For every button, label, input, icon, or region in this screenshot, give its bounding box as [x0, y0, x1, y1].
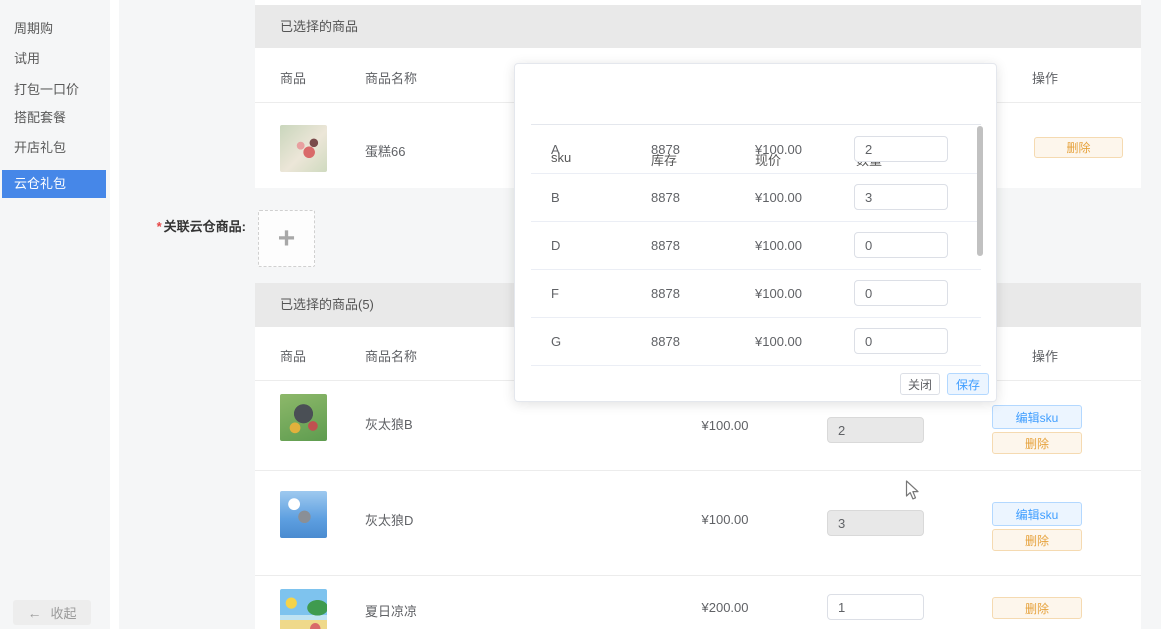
edit-sku-button[interactable]: 编辑sku: [992, 502, 1082, 526]
stock-value: 8878: [651, 286, 680, 301]
sku-row: F 8878 ¥100.00: [531, 269, 981, 318]
price-value: ¥100.00: [755, 238, 802, 253]
sku-quantity-input[interactable]: [854, 280, 948, 306]
sku-value: D: [551, 238, 560, 253]
sidebar-item-combo-meal[interactable]: 搭配套餐: [2, 104, 106, 132]
stock-value: 8878: [651, 238, 680, 253]
sku-row: G 8878 ¥100.00: [531, 317, 981, 366]
modal-scrollbar-thumb[interactable]: [977, 126, 983, 256]
column-header-action: 操作: [1032, 68, 1058, 87]
sidebar-divider: [110, 0, 119, 629]
screen: 周期购 试用 打包一口价 搭配套餐 开店礼包 云仓礼包 ← 收起 已选择的商品 …: [0, 0, 1161, 629]
sidebar: 周期购 试用 打包一口价 搭配套餐 开店礼包 云仓礼包 ← 收起: [0, 0, 110, 629]
delete-button[interactable]: 删除: [992, 432, 1082, 454]
left-arrow-icon: ←: [27, 605, 41, 621]
sidebar-item-trial[interactable]: 试用: [2, 45, 106, 73]
sidebar-item-periodic-buy[interactable]: 周期购: [2, 15, 106, 43]
column-header-action: 操作: [1032, 346, 1058, 365]
column-header-product-name: 商品名称: [365, 346, 417, 365]
sku-row: D 8878 ¥100.00: [531, 221, 981, 270]
form-label-text: 关联云仓商品:: [164, 219, 246, 234]
sku-row: A 8878 ¥100.00: [531, 125, 981, 174]
quantity-input: [827, 510, 924, 536]
table-divider: [255, 470, 1141, 471]
sku-quantity-input[interactable]: [854, 328, 948, 354]
sku-edit-modal: sku 库存 现价 数量 A 8878 ¥100.00 B 8878 ¥100.…: [514, 63, 997, 402]
edit-sku-button[interactable]: 编辑sku: [992, 405, 1082, 429]
product-name: 灰太狼B: [365, 414, 413, 433]
stock-value: 8878: [651, 334, 680, 349]
table-divider: [255, 575, 1141, 576]
delete-button[interactable]: 删除: [992, 529, 1082, 551]
sku-value: B: [551, 190, 560, 205]
product-image-wolf-b: [280, 394, 327, 441]
sku-quantity-input[interactable]: [854, 136, 948, 162]
required-asterisk: *: [157, 219, 162, 234]
stock-value: 8878: [651, 190, 680, 205]
mouse-cursor: [905, 480, 920, 504]
collapse-button[interactable]: ← 收起: [13, 600, 91, 625]
sku-quantity-input[interactable]: [854, 232, 948, 258]
column-header-product: 商品: [280, 346, 306, 365]
add-product-button[interactable]: +: [258, 210, 315, 267]
sidebar-item-cloud-gift[interactable]: 云仓礼包: [2, 170, 106, 198]
product-name: 蛋糕66: [365, 141, 405, 160]
stock-value: 8878: [651, 142, 680, 157]
column-header-product: 商品: [280, 68, 306, 87]
product-image-beach: [280, 589, 327, 629]
sku-quantity-input[interactable]: [854, 184, 948, 210]
product-price: ¥100.00: [660, 512, 790, 527]
quantity-input[interactable]: [827, 594, 924, 620]
close-button[interactable]: 关闭: [900, 373, 940, 395]
product-price: ¥200.00: [660, 600, 790, 615]
modal-footer: 关闭 保存: [900, 373, 989, 395]
product-image-cake: [280, 125, 327, 172]
price-value: ¥100.00: [755, 190, 802, 205]
sidebar-item-store-gift[interactable]: 开店礼包: [2, 134, 106, 162]
quantity-input: [827, 417, 924, 443]
delete-button[interactable]: 删除: [1034, 137, 1123, 158]
save-button[interactable]: 保存: [947, 373, 989, 395]
selected-products-band-title: 已选择的商品: [255, 5, 1141, 48]
price-value: ¥100.00: [755, 334, 802, 349]
delete-button[interactable]: 删除: [992, 597, 1082, 619]
sidebar-item-package-price[interactable]: 打包一口价: [2, 76, 106, 104]
sku-value: G: [551, 334, 561, 349]
product-price: ¥100.00: [660, 418, 790, 433]
plus-icon: +: [278, 224, 296, 254]
product-name: 夏日凉凉: [365, 601, 417, 620]
sku-value: F: [551, 286, 559, 301]
sku-value: A: [551, 142, 560, 157]
product-name: 灰太狼D: [365, 510, 413, 529]
product-image-wolf-d: [280, 491, 327, 538]
collapse-label: 收起: [50, 603, 76, 622]
column-header-product-name: 商品名称: [365, 68, 417, 87]
sku-row: B 8878 ¥100.00: [531, 173, 981, 222]
linked-cloud-products-label: *关联云仓商品:: [110, 216, 246, 235]
price-value: ¥100.00: [755, 286, 802, 301]
price-value: ¥100.00: [755, 142, 802, 157]
